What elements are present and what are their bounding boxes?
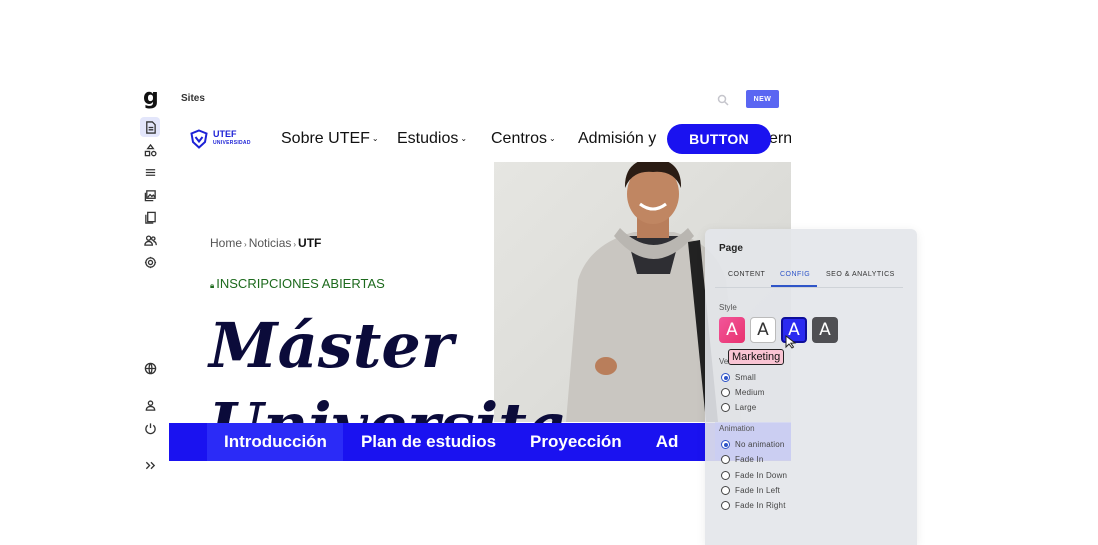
active-tab-indicator bbox=[771, 285, 817, 287]
animation-option-fade-in[interactable]: Fade In bbox=[721, 455, 764, 464]
tab-admision[interactable]: Ad bbox=[638, 423, 695, 461]
size-option-large[interactable]: Large bbox=[721, 403, 756, 412]
size-option-small[interactable]: Small bbox=[721, 373, 756, 382]
shield-logo-icon bbox=[190, 129, 208, 149]
panel-title: Page bbox=[719, 243, 743, 254]
cursor-icon bbox=[785, 335, 797, 349]
breadcrumb-current: UTF bbox=[298, 236, 322, 250]
nav-label: Estudios bbox=[397, 130, 459, 147]
radio-label: Large bbox=[735, 403, 757, 412]
size-label: Ve bbox=[719, 357, 729, 366]
animation-label: Animation bbox=[719, 424, 755, 433]
power-icon[interactable] bbox=[140, 418, 160, 438]
document-icon[interactable] bbox=[140, 117, 160, 137]
tab-plan-de-estudios[interactable]: Plan de estudios bbox=[343, 423, 512, 461]
brand-name: UTEF bbox=[213, 129, 237, 139]
nav-label: Admisión y bbox=[578, 130, 657, 147]
animation-option-fade-in-right[interactable]: Fade In Right bbox=[721, 501, 786, 510]
tab-seo-analytics[interactable]: SEO & ANALYTICS bbox=[826, 271, 895, 278]
new-button[interactable]: NEW bbox=[746, 90, 779, 108]
radio-button[interactable] bbox=[721, 403, 730, 412]
shapes-icon[interactable] bbox=[140, 140, 160, 160]
radio-button[interactable] bbox=[721, 501, 730, 510]
breadcrumb-home[interactable]: Home bbox=[210, 236, 242, 250]
page-title: Sites bbox=[181, 93, 205, 104]
nav-admision[interactable]: Admisión y bbox=[578, 130, 656, 148]
chevron-down-icon: ⌄ bbox=[460, 134, 468, 144]
tab-content[interactable]: CONTENT bbox=[728, 271, 765, 278]
chevron-down-icon: ⌄ bbox=[549, 134, 556, 144]
sites-header: Sites NEW bbox=[168, 86, 792, 112]
expand-icon[interactable] bbox=[140, 455, 160, 475]
media-icon[interactable] bbox=[140, 185, 160, 205]
nav-estudios[interactable]: Estudios ⌄ bbox=[397, 130, 467, 148]
animation-option-fade-in-left[interactable]: Fade In Left bbox=[721, 486, 780, 495]
radio-label: Fade In Left bbox=[735, 486, 781, 495]
nav-centros[interactable]: Centros ⌄ bbox=[491, 130, 556, 148]
page-config-panel: Page CONTENT CONFIG SEO & ANALYTICS Styl… bbox=[705, 229, 917, 545]
radio-button[interactable] bbox=[721, 471, 730, 480]
menu-icon[interactable] bbox=[140, 162, 160, 182]
pages-icon[interactable] bbox=[140, 207, 160, 227]
style-option-light[interactable]: A bbox=[750, 317, 776, 343]
chevron-down-icon: ⌄ bbox=[371, 134, 379, 144]
chevron-right-icon: › bbox=[244, 240, 247, 249]
size-option-medium[interactable]: Medium bbox=[721, 388, 765, 397]
radio-label: No animation bbox=[735, 440, 785, 449]
app-rail: g bbox=[138, 86, 164, 486]
style-option-marketing[interactable]: A bbox=[719, 317, 745, 343]
nav-sobre-utef[interactable]: Sobre UTEF ⌄ bbox=[281, 130, 379, 148]
nav-label: Centros bbox=[491, 130, 548, 147]
hero-title-line: Máster bbox=[209, 309, 454, 382]
nav-externa[interactable]: erna bbox=[769, 130, 791, 148]
section-tabs: Introducción Plan de estudios Proyección… bbox=[169, 423, 791, 461]
radio-label: Medium bbox=[735, 388, 765, 397]
radio-button[interactable] bbox=[721, 388, 730, 397]
radio-label: Fade In Down bbox=[735, 471, 788, 480]
site-preview: UTEF UNIVERSIDAD Sobre UTEF ⌄ Estudios ⌄ C… bbox=[169, 116, 791, 486]
radio-button[interactable] bbox=[721, 440, 730, 449]
radio-label: Fade In bbox=[735, 455, 764, 464]
search-icon[interactable] bbox=[717, 93, 729, 106]
eyebrow-label: 🔒︎ INSCRIPCIONES ABIERTAS bbox=[210, 276, 385, 291]
breadcrumb-noticias[interactable]: Noticias bbox=[249, 236, 292, 250]
tab-proyeccion[interactable]: Proyección bbox=[512, 423, 638, 461]
app-logo[interactable]: g bbox=[143, 87, 159, 109]
brand-subtitle: UNIVERSIDAD bbox=[213, 140, 251, 146]
radio-button[interactable] bbox=[721, 455, 730, 464]
radio-button[interactable] bbox=[721, 373, 730, 382]
animation-option-none[interactable]: No animation bbox=[721, 440, 785, 449]
tab-config[interactable]: CONFIG bbox=[780, 271, 810, 278]
tab-introduccion[interactable]: Introducción bbox=[207, 423, 343, 461]
breadcrumb: Home › Noticias › UTF bbox=[210, 236, 321, 250]
globe-icon[interactable] bbox=[140, 358, 160, 378]
style-label: Style bbox=[719, 303, 737, 312]
animation-option-fade-in-down[interactable]: Fade In Down bbox=[721, 471, 787, 480]
tab-divider bbox=[715, 287, 903, 288]
style-option-dark[interactable]: A bbox=[812, 317, 838, 343]
chevron-right-icon: › bbox=[293, 240, 297, 249]
style-tooltip: Marketing bbox=[728, 349, 785, 365]
settings-icon[interactable] bbox=[140, 252, 160, 272]
cta-button[interactable]: BUTTON bbox=[667, 124, 771, 154]
users-icon[interactable] bbox=[140, 230, 160, 250]
nav-label: erna bbox=[769, 130, 791, 147]
site-navbar: UTEF UNIVERSIDAD Sobre UTEF ⌄ Estudios ⌄ C… bbox=[169, 116, 791, 162]
site-brand[interactable]: UTEF UNIVERSIDAD bbox=[189, 129, 251, 149]
eyebrow-text: INSCRIPCIONES ABIERTAS bbox=[216, 276, 385, 291]
lock-icon: 🔒︎ bbox=[210, 281, 215, 290]
radio-label: Fade In Right bbox=[735, 501, 786, 510]
radio-label: Small bbox=[735, 373, 757, 382]
radio-button[interactable] bbox=[721, 486, 730, 495]
nav-label: Sobre UTEF bbox=[281, 130, 370, 147]
user-icon[interactable] bbox=[140, 395, 160, 415]
